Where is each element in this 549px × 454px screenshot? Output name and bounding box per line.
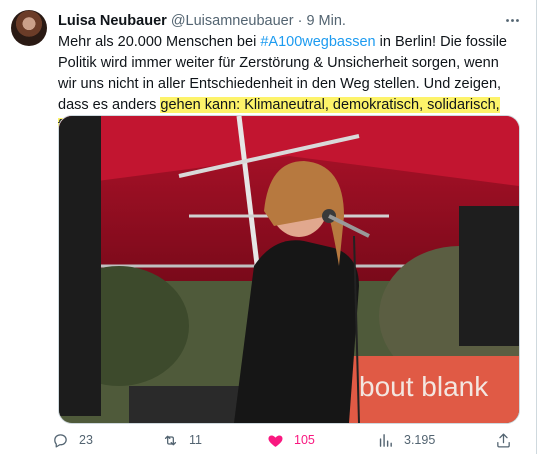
views-icon	[379, 433, 392, 447]
share-icon	[497, 432, 510, 448]
tweet-header: Luisa Neubauer @Luisamneubauer · 9 Min.	[58, 11, 346, 31]
retweet-count: 11	[189, 433, 202, 447]
separator-dot: ·	[297, 13, 303, 29]
author-name[interactable]: Luisa Neubauer	[58, 13, 167, 29]
banner-sign: bout blank	[359, 371, 489, 402]
share-button[interactable]	[495, 428, 522, 452]
tweet-actions: 23 11 105 3.195	[52, 428, 526, 452]
avatar[interactable]	[11, 10, 47, 46]
tweet-time[interactable]: 9 Min.	[306, 13, 346, 29]
retweet-button[interactable]: 11	[162, 428, 202, 452]
hashtag-link[interactable]: #A100wegbassen	[260, 34, 375, 50]
like-button[interactable]: 105	[267, 428, 315, 452]
retweet-icon	[164, 435, 177, 445]
concert-photo: bout blank	[59, 116, 519, 423]
views-button[interactable]: 3.195	[377, 428, 435, 452]
author-handle[interactable]: @Luisamneubauer	[171, 13, 294, 29]
tweet-card[interactable]: Luisa Neubauer @Luisamneubauer · 9 Min. …	[0, 0, 537, 454]
reply-count: 23	[79, 433, 93, 447]
more-icon[interactable]	[500, 10, 524, 30]
heart-icon	[268, 435, 283, 447]
tweet-photo[interactable]: bout blank	[58, 115, 520, 424]
reply-button[interactable]: 23	[52, 428, 93, 452]
views-count: 3.195	[404, 433, 436, 447]
tweet-text-part1: Mehr als 20.000 Menschen bei	[58, 34, 261, 50]
like-count: 105	[294, 433, 315, 447]
reply-icon	[54, 433, 67, 448]
